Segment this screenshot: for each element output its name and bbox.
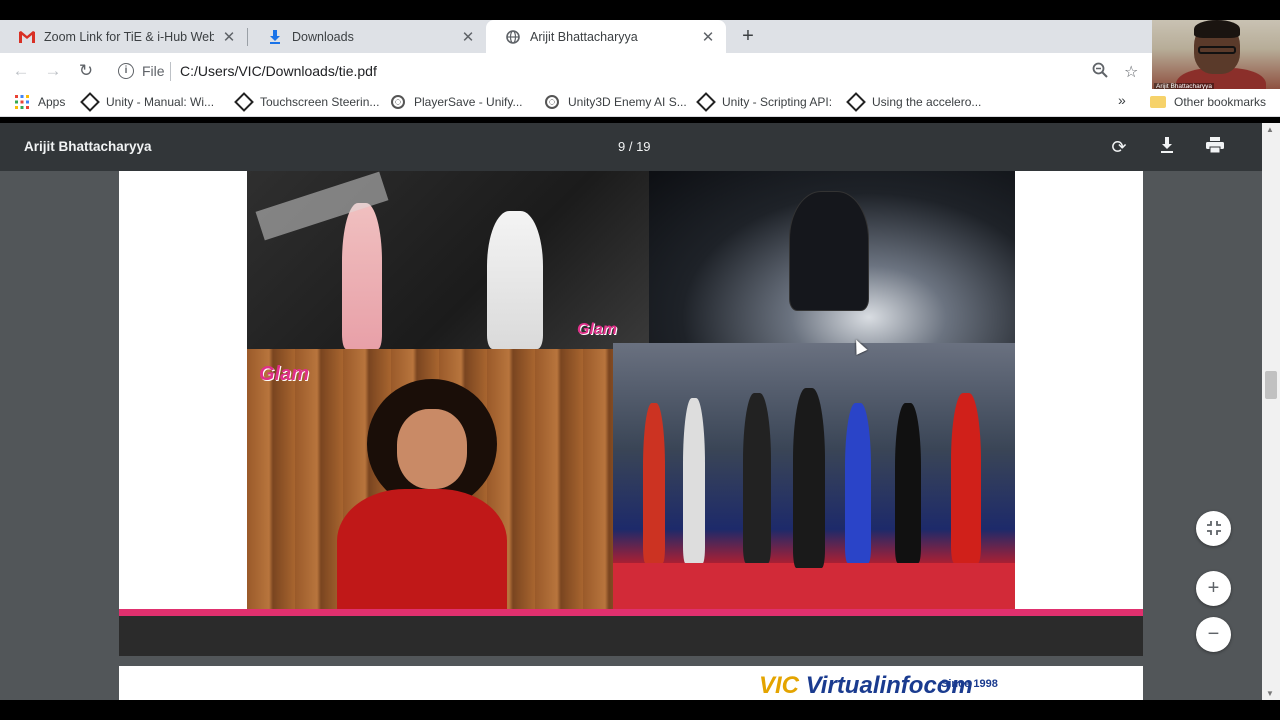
bookmark-other[interactable]: Other bookmarks [1150,94,1266,110]
bookmark-label: PlayerSave - Unify... [414,95,523,109]
host-figure [793,388,825,568]
tab-label: Downloads [292,29,354,44]
tab-label: Zoom Link for TiE & i-Hub Webir [44,29,214,44]
bookmark-label: Apps [38,95,66,109]
scroll-up-icon[interactable]: ▲ [1266,125,1274,134]
globe-icon [504,28,522,46]
pdf-toolbar: Arijit Bhattacharyya 9 / 19 ⟳ [0,123,1262,171]
tab-zoom-link[interactable]: Zoom Link for TiE & i-Hub Webir ✕ [0,20,247,53]
watermark-logo: Glam [577,321,618,338]
bookmark-label: Unity - Scripting API: [722,95,833,109]
bookmark-label: Other bookmarks [1174,95,1267,109]
tab-downloads[interactable]: Downloads ✕ [248,20,486,53]
model-figure [342,203,382,349]
webcam-glasses [1198,46,1236,54]
webcam-hair [1194,20,1240,38]
fit-page-button[interactable] [1196,511,1231,546]
close-icon[interactable]: ✕ [221,28,237,46]
zoom-out-button[interactable]: − [1196,617,1231,652]
download-icon [266,28,284,46]
bookmarks-bar: Apps Unity - Manual: Wi... Touchscreen S… [0,89,1280,117]
bookmark-item[interactable]: Touchscreen Steerin... [234,92,380,112]
bookmark-label: Using the accelero... [872,95,982,109]
bookmark-label: Unity3D Enemy AI S... [568,95,687,109]
model-figure [845,403,871,563]
model-figure [487,211,543,349]
scroll-down-icon[interactable]: ▼ [1266,689,1274,698]
browser-toolbar: ← → ↻ i File C:/Users/VIC/Downloads/tie.… [0,53,1152,89]
globe-icon [544,94,560,110]
bookmark-apps[interactable]: Apps [14,94,65,110]
download-icon[interactable] [1155,135,1179,159]
zoom-in-button[interactable]: + [1196,571,1231,606]
fashion-photo: Glam [247,349,613,609]
bookmarks-overflow-button[interactable]: » [1118,92,1126,108]
bookmark-item[interactable]: PlayerSave - Unify... [390,94,522,110]
info-icon[interactable]: i [118,63,134,79]
globe-icon [390,94,406,110]
since-label: Since 1998 [941,678,998,690]
webcam-overlay: Arijit Bhattacharyya [1152,20,1280,92]
divider [170,62,171,81]
back-icon[interactable]: ← [10,60,32,82]
bookmark-label: Touchscreen Steerin... [260,95,380,109]
bookmark-item[interactable]: Unity - Manual: Wi... [80,92,215,112]
bookmark-item[interactable]: Using the accelero... [846,92,982,112]
pdf-viewer[interactable]: Glam Glam VIC Virtualinfocom Since 1998 [0,171,1262,700]
print-icon[interactable] [1203,135,1227,159]
model-figure [643,403,665,563]
model-figure [895,403,921,563]
page-footer-bar [119,609,1143,616]
unity-icon [234,92,254,112]
fashion-photo: Glam [247,171,649,349]
gmail-icon [18,28,36,46]
model-figure [683,398,705,563]
red-dress [337,489,507,609]
unity-icon [696,92,716,112]
tab-label: Arijit Bhattacharyya [530,29,638,44]
close-icon[interactable]: ✕ [700,28,716,46]
pdf-page: Glam Glam [119,171,1143,616]
scrollbar[interactable]: ▲ ▼ [1262,123,1280,700]
rotate-icon[interactable]: ⟳ [1107,135,1131,159]
pdf-page-next: VIC Virtualinfocom Since 1998 [119,666,1143,700]
tab-strip: Zoom Link for TiE & i-Hub Webir ✕ Downlo… [0,20,1152,53]
page-indicator[interactable]: 9 / 19 [618,139,651,154]
model-figure [951,393,981,563]
page-gap [119,616,1143,656]
url-scheme: File [142,63,165,79]
scroll-thumb[interactable] [1265,371,1277,399]
folder-icon [1150,94,1166,110]
address-bar[interactable]: i File C:/Users/VIC/Downloads/tie.pdf ☆ [108,57,1148,86]
forward-icon[interactable]: → [42,60,64,82]
reload-icon[interactable]: ↻ [75,60,97,82]
screen: Zoom Link for TiE & i-Hub Webir ✕ Downlo… [0,0,1280,720]
star-icon[interactable]: ☆ [1124,62,1138,82]
zoom-icon[interactable] [1092,62,1108,83]
unity-icon [846,92,866,112]
face-shape [397,409,467,489]
pdf-title: Arijit Bhattacharyya [24,139,152,154]
event-photo [613,343,1015,609]
fashion-photo [649,171,1015,343]
url-text[interactable]: C:/Users/VIC/Downloads/tie.pdf [180,63,377,79]
apps-grid-icon [14,94,30,110]
bookmark-item[interactable]: Unity3D Enemy AI S... [544,94,687,110]
bookmark-label: Unity - Manual: Wi... [106,95,215,109]
bookmark-item[interactable]: Unity - Scripting API: [696,92,833,112]
model-figure [743,393,771,563]
tab-arijit[interactable]: Arijit Bhattacharyya ✕ [486,20,726,53]
new-tab-icon[interactable]: + [736,24,760,48]
unity-icon [80,92,100,112]
close-icon[interactable]: ✕ [460,28,476,46]
model-figure [789,191,869,311]
watermark-logo: Glam [259,363,310,385]
red-carpet [613,563,1015,609]
